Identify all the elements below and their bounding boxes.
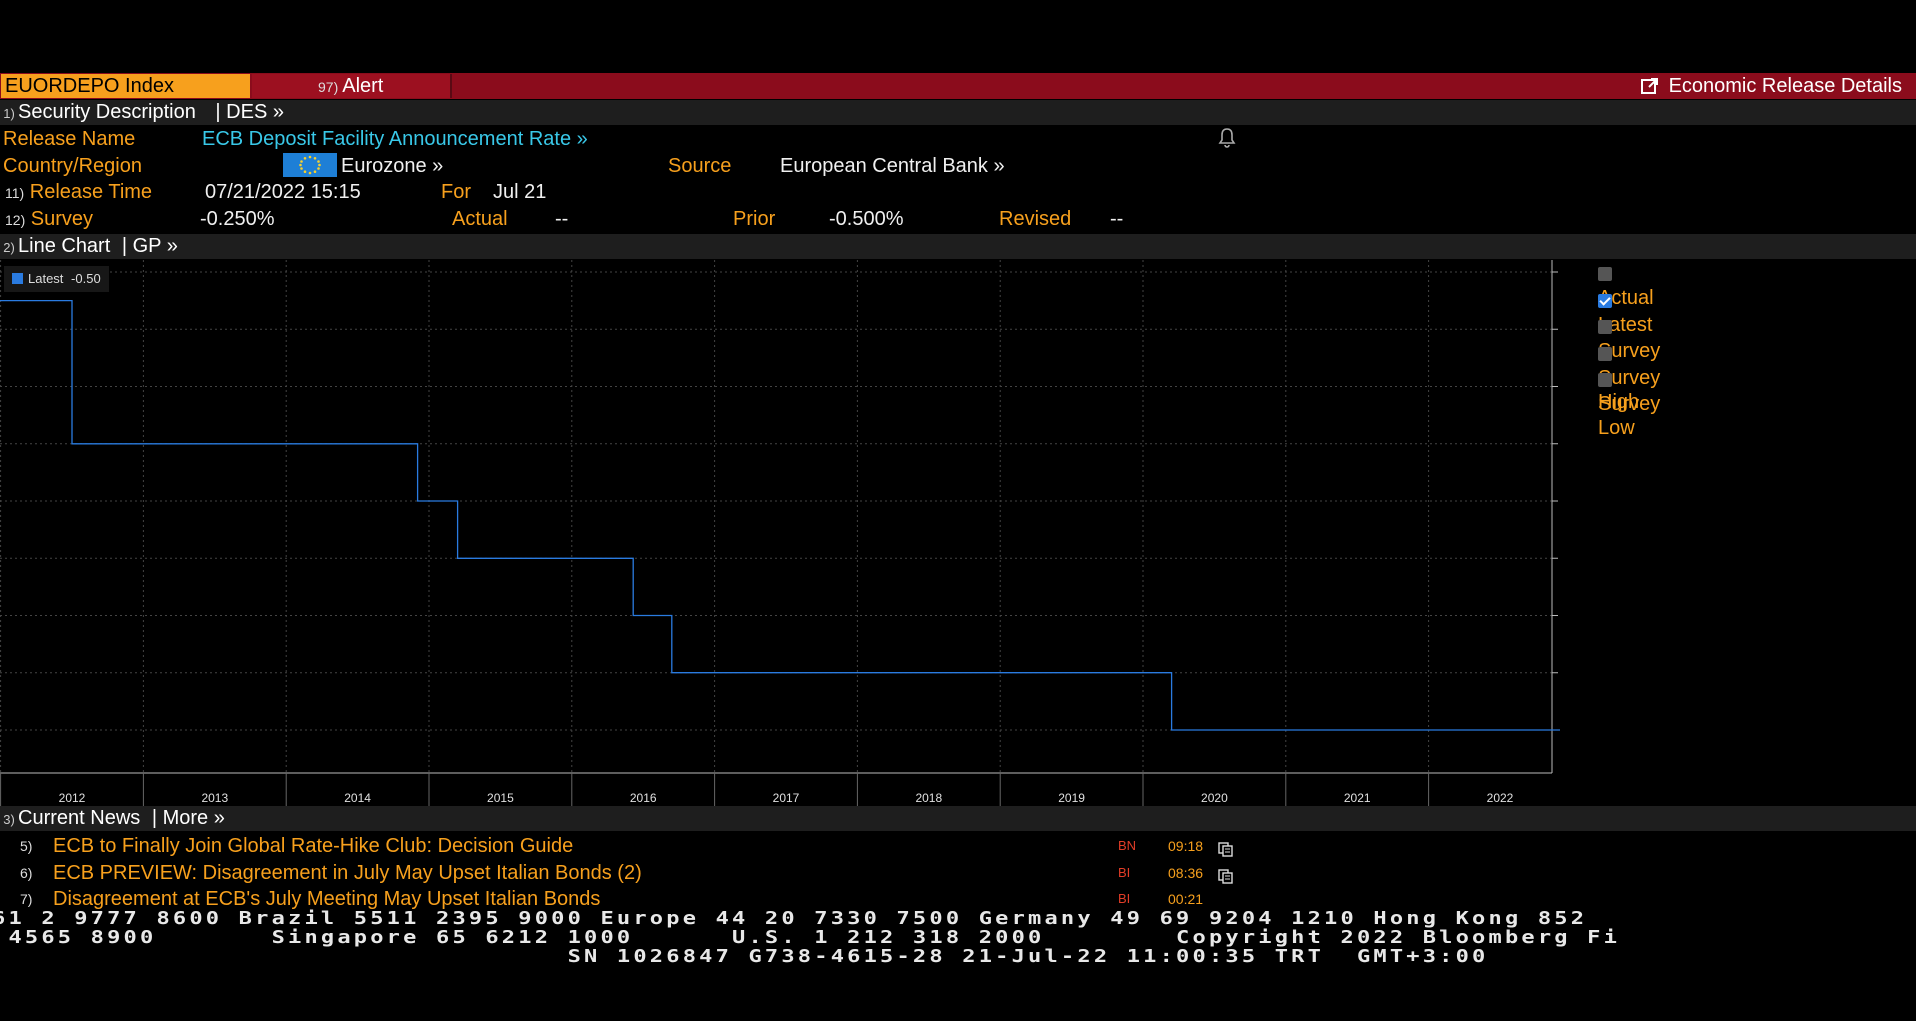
x-tick-label: 2022 (1487, 791, 1514, 805)
security-description-num: 1) (3, 106, 15, 121)
chart-legend: Latest -0.50 (4, 266, 109, 292)
current-news-more[interactable]: | More » (152, 807, 225, 829)
survey-value: -0.250% (200, 208, 275, 230)
checkbox-icon[interactable] (1598, 346, 1612, 361)
for-label: For (441, 181, 471, 203)
prior-label: Prior (733, 208, 776, 230)
x-tick-label: 2021 (1344, 791, 1371, 805)
security-description-code: | DES » (215, 101, 284, 123)
revised-value: -- (1110, 208, 1124, 230)
survey-field[interactable]: 12) Survey (5, 207, 93, 232)
news-row[interactable]: 6) ECB PREVIEW: Disagreement in July May … (0, 860, 1560, 886)
source-link[interactable]: European Central Bank » (780, 154, 1005, 178)
news-source: BI (1118, 864, 1131, 880)
x-tick-label: 2019 (1058, 791, 1085, 805)
rate-line-chart[interactable]: 0.300.200.100.00-0.10-0.20-0.30-0.40-0.5… (0, 260, 1560, 808)
x-tick-label: 2013 (201, 791, 228, 805)
news-source: BN (1118, 838, 1137, 853)
release-time-field[interactable]: 11) Release Time (5, 180, 152, 205)
source-label: Source (668, 155, 732, 177)
release-time-num: 11) (5, 185, 25, 201)
news-time: 09:18 (1168, 838, 1204, 854)
country-region-link[interactable]: Eurozone » (341, 154, 443, 178)
for-value: Jul 21 (493, 181, 547, 203)
country-region-label: Country/Region (3, 155, 142, 177)
line-chart-num: 2) (3, 240, 15, 255)
prior-value: -0.500% (829, 208, 904, 230)
current-news-num: 3) (3, 812, 15, 827)
current-news-label: Current News (18, 807, 141, 829)
news-headline: ECB PREVIEW: Disagreement in July May Up… (53, 861, 642, 884)
news-index: 6) (20, 864, 33, 881)
series-toggle-survey-low[interactable]: Survey Low (1598, 368, 1660, 440)
x-tick-label: 2016 (630, 791, 657, 805)
security-description-label: Security Description (18, 101, 196, 123)
footer-line-1: 61 2 9777 8600 Brazil 5511 2395 9000 Eur… (0, 909, 1588, 929)
checkbox-icon[interactable] (1598, 373, 1612, 388)
news-index: 5) (20, 838, 33, 854)
line-chart-label: Line Chart (18, 235, 111, 257)
actual-value: -- (555, 208, 569, 230)
alert-button[interactable]: 97) Alert (252, 74, 452, 98)
survey-label: Survey (30, 208, 94, 230)
alert-num: 97) (318, 79, 339, 95)
x-tick-label: 2017 (773, 791, 800, 805)
current-news-header[interactable]: 3) Current News | More » (0, 806, 1916, 831)
eu-flag-icon (283, 153, 337, 177)
footer-line-3: SN 1026847 G738-4615-28 21-Jul-22 11:00:… (0, 947, 1489, 967)
survey-num: 12) (5, 212, 26, 228)
series-toggle-label: Survey Low (1598, 393, 1661, 440)
series-line-latest (0, 299, 1560, 731)
news-time: 08:36 (1168, 864, 1204, 881)
ticker-field[interactable]: EUORDEPO Index (1, 74, 250, 98)
x-tick-label: 2012 (59, 791, 86, 805)
bell-icon[interactable] (1217, 127, 1237, 154)
release-time-label: Release Time (29, 181, 153, 203)
x-tick-label: 2020 (1201, 791, 1228, 805)
alert-label: Alert (342, 75, 384, 97)
legend-swatch (12, 273, 23, 284)
legend-value: -0.50 (71, 271, 101, 286)
checkbox-icon[interactable] (1598, 267, 1612, 281)
line-chart-header[interactable]: 2) Line Chart | GP » (0, 234, 1916, 259)
economic-release-details-button[interactable]: Economic Release Details (1640, 74, 1902, 98)
actual-label: Actual (452, 208, 508, 230)
external-link-icon (1640, 78, 1658, 94)
x-tick-label: 2015 (487, 791, 514, 805)
checkbox-icon[interactable] (1598, 320, 1612, 335)
news-headline: ECB to Finally Join Global Rate-Hike Clu… (53, 835, 574, 857)
x-tick-label: 2014 (344, 791, 371, 805)
revised-label: Revised (999, 208, 1072, 230)
news-row[interactable]: 5) ECB to Finally Join Global Rate-Hike C… (0, 833, 1560, 859)
release-name-link[interactable]: ECB Deposit Facility Announcement Rate » (202, 127, 588, 151)
checkbox-icon[interactable] (1598, 293, 1612, 308)
security-description-header[interactable]: 1) Security Description | DES » (0, 100, 1916, 125)
release-time-value: 07/21/2022 15:15 (205, 181, 361, 203)
economic-release-details-label: Economic Release Details (1668, 75, 1902, 97)
x-tick-label: 2018 (915, 791, 942, 805)
release-name-label: Release Name (3, 128, 136, 150)
line-chart-code: | GP » (121, 235, 178, 257)
legend-label: Latest (28, 271, 64, 286)
footer-line-2: 4565 8900 Singapore 65 6212 1000 U.S. 1 … (0, 928, 1621, 948)
